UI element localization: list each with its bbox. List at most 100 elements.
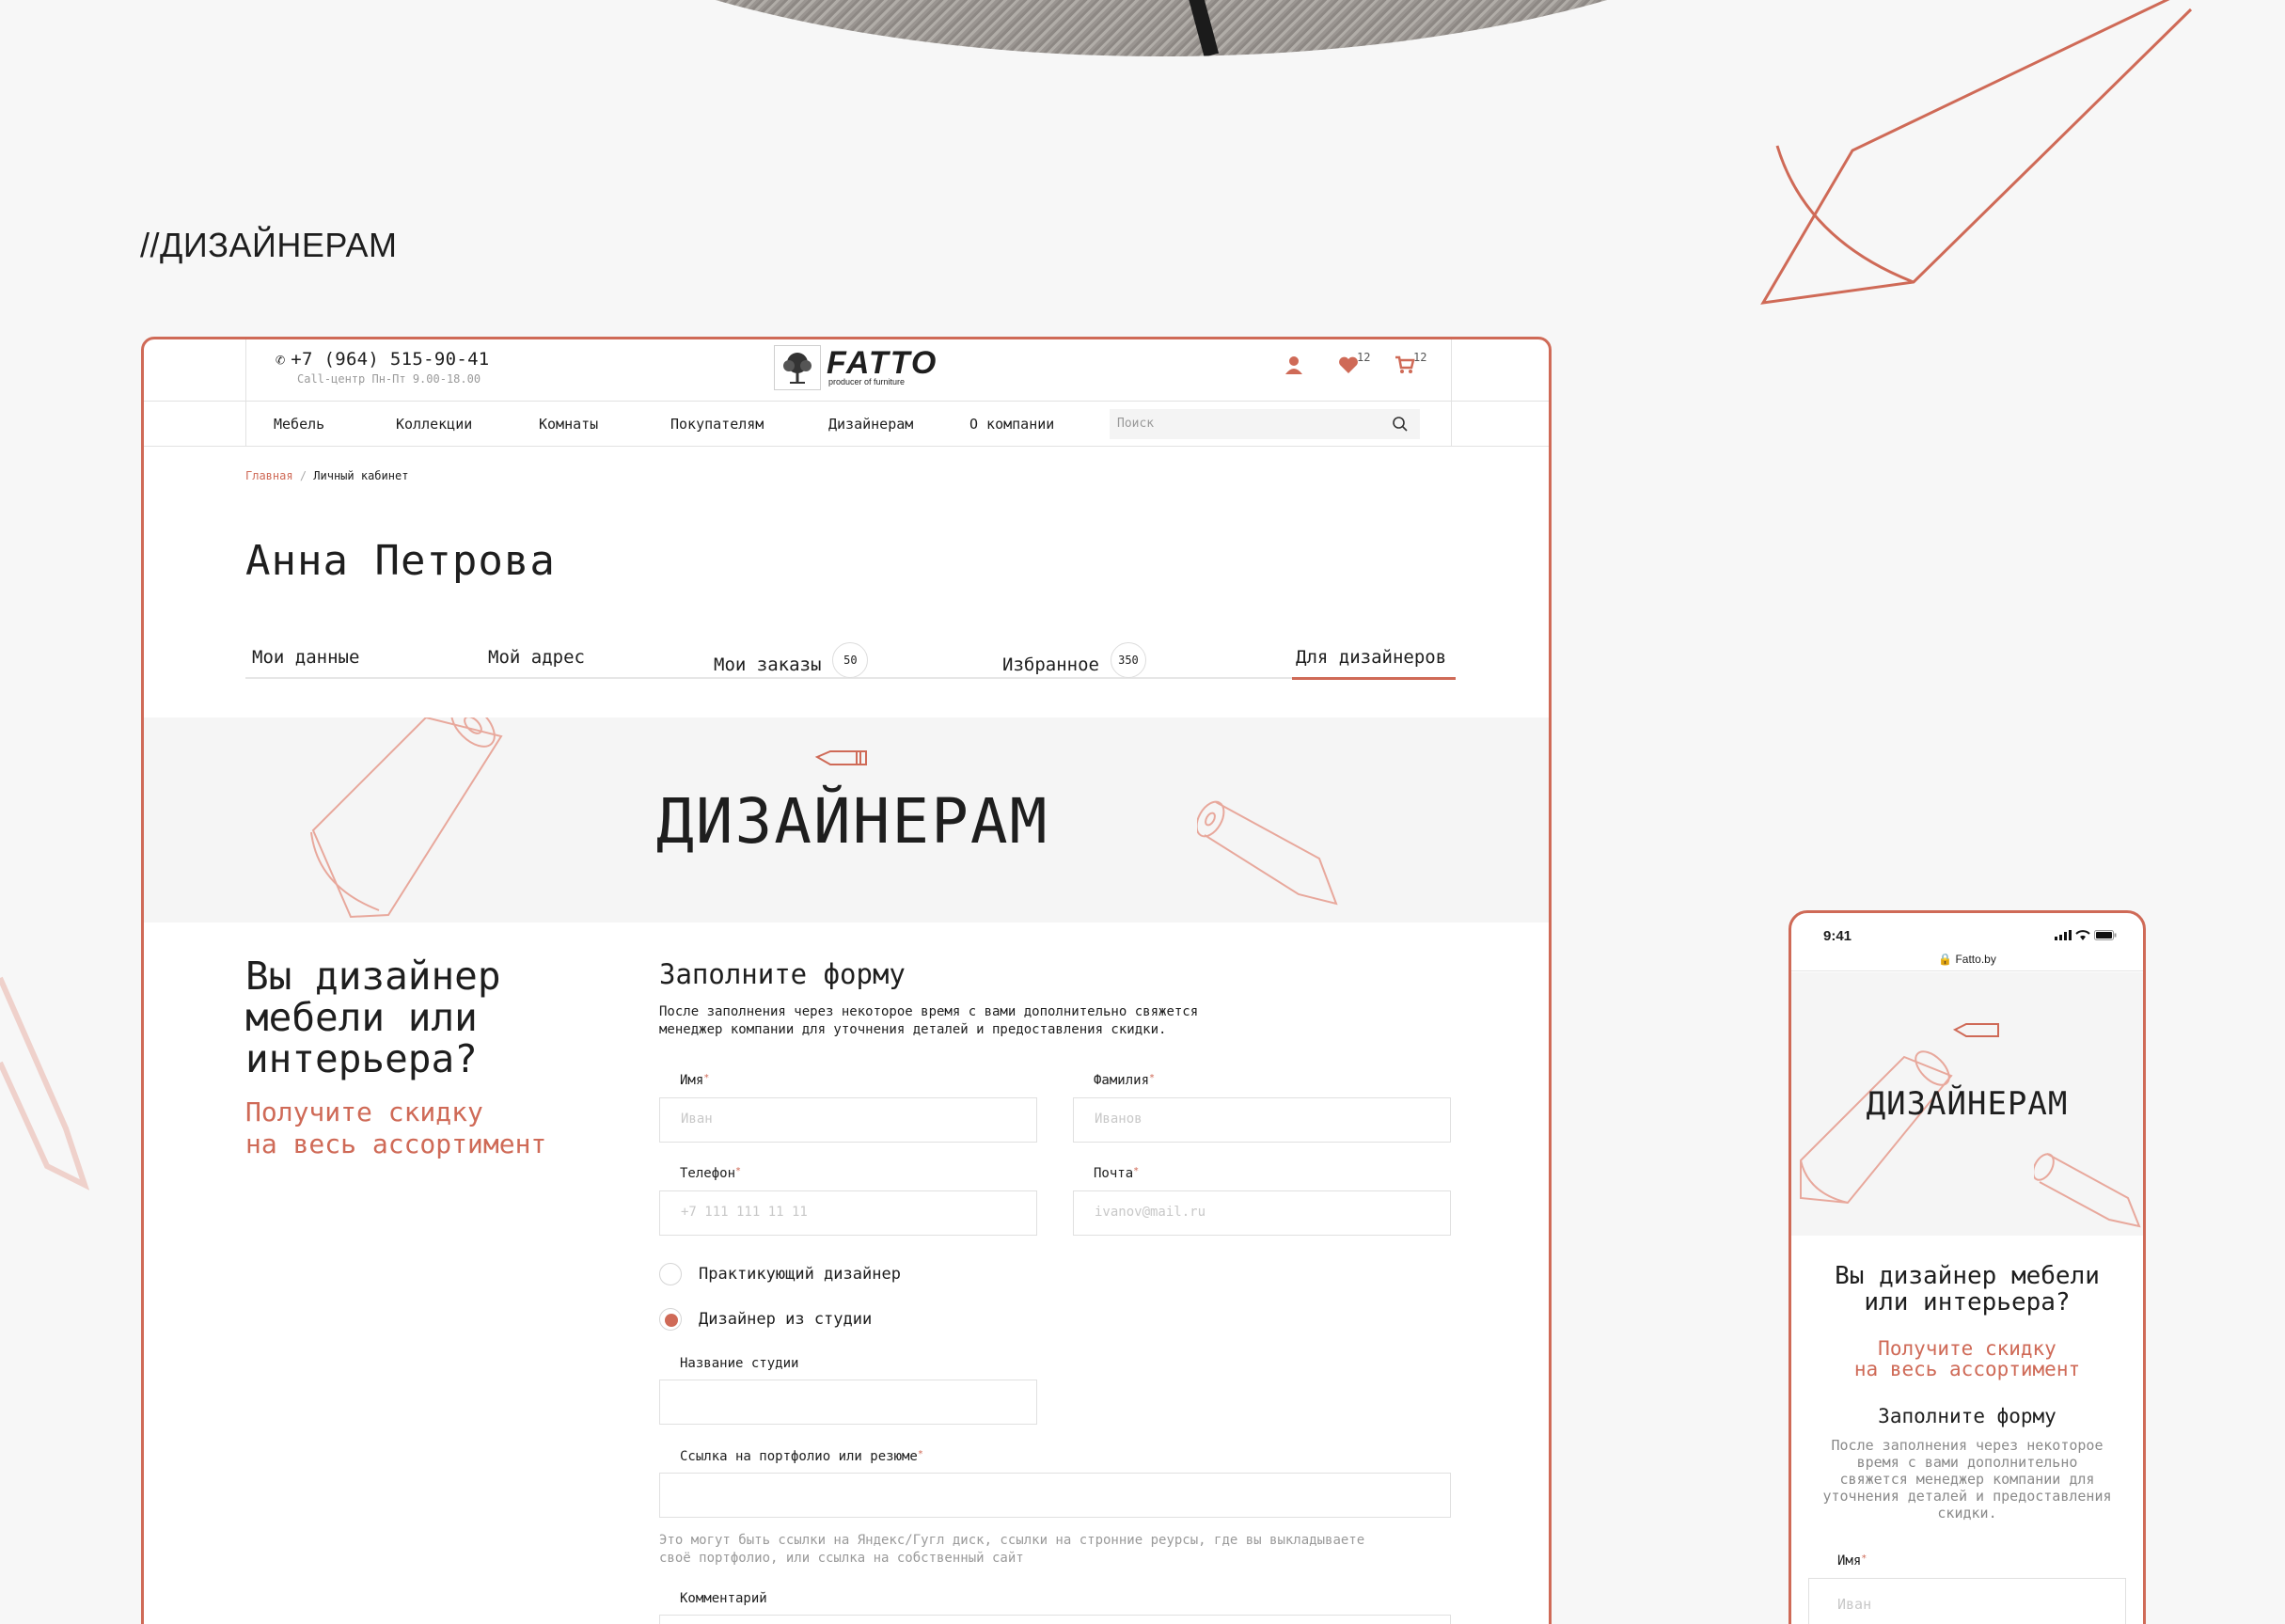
main-nav: Мебель Коллекции Комнаты Покупателям Диз… [144,402,1549,447]
desc-line: уточнения деталей и предоставления [1822,1488,2112,1505]
last-name-input[interactable]: Иванов [1073,1097,1451,1143]
radio-label: Дизайнер из студии [699,1310,873,1329]
offer-line: на весь ассортимент [1853,1358,2081,1380]
breadcrumb-separator: / [299,469,307,482]
form-title: Заполните форму [659,958,906,990]
promo-offer: Получите скидку на весь ассортимент [245,1096,622,1160]
tab-for-designers[interactable]: Для дизайнеров [1296,647,1446,668]
offer-line: Получите скидку [1878,1337,2056,1360]
radio-practicing-designer[interactable]: Практикующий дизайнер [659,1263,901,1285]
battery-icon [2094,930,2117,940]
radio-dot-selected[interactable] [659,1308,682,1331]
mobile-promo-offer: Получите скидку на весь ассортимент [1791,1338,2143,1380]
hint-line: своё портфолио, или ссылка на собственны… [659,1551,1024,1566]
label-text: Фамилия [1094,1073,1150,1088]
last-name-label: Фамилия* [1094,1073,1155,1088]
portfolio-label: Ссылка на портфолио или резюме* [680,1449,923,1464]
email-label: Почта* [1094,1166,1139,1181]
tab-my-data[interactable]: Мои данные [252,647,359,668]
nav-item-about[interactable]: О компании [969,416,1054,433]
phone-block[interactable]: ✆ +7 (964) 515-90-41 Call-центр Пн-Пт 9.0… [276,349,490,386]
logo[interactable]: FATTO producer of furniture [774,345,938,390]
tab-my-address[interactable]: Мой адрес [488,647,585,668]
pencil-outline-decoration [1760,0,2193,305]
portfolio-input[interactable] [659,1473,1451,1518]
desktop-mockup: ✆ +7 (964) 515-90-41 Call-центр Пн-Пт 9.0… [141,337,1552,1624]
search-input[interactable]: Поиск [1110,409,1420,439]
mobile-mockup: 9:41 🔒 Fatto.by ДИЗАЙНЕРАМ Вы дизайнер м… [1789,910,2146,1624]
tree-logo-icon [774,345,821,390]
mobile-banner-title: ДИЗАЙНЕРАМ [1866,1085,2069,1123]
email-input[interactable]: ivanov@mail.ru [1073,1190,1451,1236]
breadcrumb-current: Личный кабинет [313,469,409,482]
desc-line: время с вами дополнительно [1856,1454,2078,1471]
promo-offer-line: на весь ассортимент [245,1128,547,1159]
mobile-banner: ДИЗАЙНЕРАМ [1791,972,2143,1236]
profile-tabs: Мои данные Мой адрес Мои заказы 50 Избран… [245,636,1456,680]
signal-icon [2055,930,2072,940]
first-name-input[interactable]: Иван [659,1097,1037,1143]
desc-line: После заполнения через некоторое [1831,1437,2104,1454]
nav-item-designers[interactable]: Дизайнерам [828,416,913,433]
required-mark: * [1149,1073,1156,1083]
cart-icon [1395,355,1415,373]
lock-icon: 🔒 [1938,953,1953,966]
radio-studio-designer[interactable]: Дизайнер из студии [659,1308,872,1331]
tab-favorites[interactable]: Избранное 350 [1002,636,1146,678]
header-topbar: ✆ +7 (964) 515-90-41 Call-центр Пн-Пт 9.0… [144,339,1549,447]
nav-item-collections[interactable]: Коллекции [396,416,472,433]
chair-leg [1184,0,1220,56]
desc-line: свяжется менеджер компании для [1839,1471,2095,1488]
account-button[interactable] [1284,355,1304,379]
designer-form: Заполните форму После заполнения через н… [659,958,1451,1039]
required-mark: * [735,1166,742,1176]
url-text: Fatto.by [1955,953,1996,966]
portfolio-hint: Это могут быть ссылки на Яндекс/Гугл дис… [659,1532,1449,1568]
phone-input[interactable]: +7 111 111 11 11 [659,1190,1037,1236]
label-text: Почта [1094,1166,1134,1181]
mobile-promo-question: Вы дизайнер мебели или интерьера? [1791,1263,2143,1316]
required-mark: * [917,1449,923,1459]
required-mark: * [1861,1553,1867,1564]
designers-banner: ДИЗАЙНЕРАМ [144,717,1549,922]
search-icon[interactable] [1392,416,1409,433]
pencil-fade-decoration [0,976,90,1190]
desc-line: скидки. [1937,1505,1997,1522]
user-icon [1285,356,1302,374]
promo-question-line: Вы дизайнер [245,954,501,999]
mobile-form-title: Заполните форму [1878,1405,2056,1427]
tab-label: Мои заказы [714,654,822,675]
breadcrumb: Главная / Личный кабинет [245,469,408,482]
tab-label: Мои данные [252,647,360,668]
mobile-form-description: После заполнения через некоторое время с… [1812,1437,2122,1522]
pencil-illustration [310,717,503,919]
phone-icon: ✆ [276,351,286,370]
tab-label: Для дизайнеров [1296,647,1447,668]
cart-button[interactable]: 12 [1395,351,1426,379]
logo-name: FATTO [827,345,938,381]
label-text: Имя [1837,1553,1862,1569]
radio-dot[interactable] [659,1263,682,1285]
phone-number[interactable]: +7 (964) 515-90-41 [291,349,489,370]
label-text: Телефон [680,1166,736,1181]
pencil-illustration-right [2034,1153,2141,1228]
tab-label: Избранное [1002,654,1099,675]
phone-label: Телефон* [680,1166,741,1181]
favorites-count: 12 [1357,351,1371,364]
favorites-button[interactable]: 12 [1338,351,1370,379]
breadcrumb-home[interactable]: Главная [245,469,293,482]
profile-name: Анна Петрова [245,537,556,585]
mobile-name-input[interactable]: Иван [1808,1578,2126,1624]
question-line: Вы дизайнер мебели [1835,1262,2100,1290]
top-photo-strip [418,0,1904,56]
heart-icon [1339,356,1358,373]
nav-item-furniture[interactable]: Мебель [274,416,324,433]
tab-my-orders[interactable]: Мои заказы 50 [714,636,869,678]
status-icons [2055,930,2117,940]
address-bar[interactable]: 🔒 Fatto.by [1791,953,2143,966]
comment-input[interactable] [659,1615,1451,1624]
studio-name-input[interactable] [659,1380,1037,1425]
promo-offer-line: Получите скидку [245,1096,483,1127]
nav-item-rooms[interactable]: Комнаты [539,416,598,433]
nav-item-customers[interactable]: Покупателям [670,416,764,433]
